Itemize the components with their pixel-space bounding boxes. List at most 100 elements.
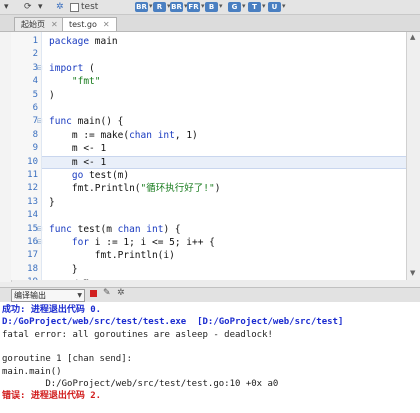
success-line: 成功: 进程退出代码 0. [2, 305, 102, 315]
tab-bar: 起始页 ✕ test.go ✕ [0, 15, 420, 32]
line-number: 7 [32, 116, 38, 127]
string-token: "循环执行好了!" [140, 183, 215, 195]
code-line[interactable]: fmt.Println(i) [49, 249, 175, 262]
scroll-down-icon[interactable]: ▼ [410, 269, 415, 277]
code-line[interactable]: } [49, 263, 78, 276]
refresh-icon[interactable]: ⟳ [24, 2, 32, 12]
chevron-down-icon: ▼ [77, 292, 82, 299]
code-token: } [49, 196, 55, 208]
output-selector-label: 编译输出 [14, 291, 46, 300]
code-token: main [89, 36, 118, 47]
clear-icon[interactable]: ✎ [103, 288, 111, 298]
code-line[interactable]: ) [49, 89, 55, 102]
code-line[interactable]: import ( [49, 62, 95, 75]
toolbar: ▾ ⟳ ▾ ✲ test BR ▾ R ▾ BR ▾ FR ▾ B ▾ G ▾ T ▾ U ▾ [0, 0, 420, 15]
dropdown-icon-2[interactable]: ▾ [38, 2, 43, 12]
checkbox-label: test [81, 2, 99, 12]
code-token: ) [49, 89, 55, 101]
line-number-gutter: 123⊟4567⊟89101112131415⊟16⊟1718192021 [11, 32, 43, 280]
code-line[interactable]: m <- 1 [49, 142, 106, 155]
stop-icon[interactable] [90, 290, 97, 297]
line-number: 14 [27, 210, 38, 221]
keyword-token: chan [129, 129, 152, 141]
code-line[interactable]: func test(m chan int) { [49, 223, 181, 236]
code-line[interactable]: m <- 1 [49, 156, 106, 169]
tool-button[interactable]: B [205, 2, 218, 12]
chevron-down-icon[interactable]: ▾ [149, 2, 153, 10]
code-line[interactable]: go test(m) [49, 169, 129, 182]
keyword-token: package [49, 36, 90, 47]
code-line[interactable]: package main [49, 35, 118, 48]
tab-label: 起始页 [21, 20, 45, 29]
code-line[interactable]: for i := 1; i <= 5; i++ { [49, 236, 215, 249]
chevron-down-icon[interactable]: ▾ [201, 2, 205, 10]
close-icon[interactable]: ✕ [103, 20, 110, 29]
line-number: 8 [32, 129, 38, 140]
code-token: i := 1; i <= 5; i++ { [89, 237, 215, 248]
close-icon[interactable]: ✕ [51, 20, 58, 29]
vertical-scrollbar[interactable]: ▲ ▼ [406, 32, 420, 280]
error-line: 错误: 进程退出代码 2. [2, 391, 102, 402]
dropdown-icon[interactable]: ▾ [4, 2, 9, 12]
tool-button[interactable]: FR [187, 2, 200, 12]
code-token: , 1) [174, 129, 198, 141]
tab-start-page[interactable]: 起始页 ✕ [14, 17, 65, 31]
chevron-down-icon[interactable]: ▾ [282, 2, 286, 10]
line-number: 15 [27, 223, 38, 234]
code-token: } [49, 263, 78, 275]
line-number: 19 [14, 276, 38, 280]
chevron-down-icon[interactable]: ▾ [219, 2, 223, 10]
keyword-token: int [146, 223, 164, 235]
keyword-token: int [157, 129, 175, 141]
tool-button[interactable]: T [248, 2, 261, 12]
output-line: fatal error: all goroutines are asleep -… [2, 329, 273, 340]
code-token: <-m [49, 277, 89, 280]
line-number: 17 [27, 250, 38, 261]
code-token: ( [83, 62, 95, 74]
chevron-down-icon[interactable]: ▾ [242, 2, 246, 10]
code-token: test(m [71, 223, 118, 235]
code-token: test(m) [83, 170, 130, 181]
code-line[interactable]: "fmt" [49, 75, 101, 88]
chevron-down-icon[interactable]: ▾ [262, 2, 266, 10]
line-number: 9 [32, 143, 38, 154]
line-number: 10 [27, 156, 38, 167]
line-number: 1 [32, 36, 38, 46]
keyword-token: func [49, 223, 72, 235]
tool-button[interactable]: BR [170, 2, 183, 12]
tool-button[interactable]: R [153, 2, 166, 12]
gear-icon[interactable]: ✲ [56, 2, 64, 12]
tool-button[interactable]: G [228, 2, 241, 12]
code-token: main() { [71, 116, 124, 128]
code-token: m <- 1 [49, 143, 107, 155]
line-number: 13 [27, 196, 38, 207]
code-token: ) { [163, 223, 181, 235]
keyword-token: func [49, 116, 72, 128]
line-number: 6 [32, 103, 38, 113]
output-selector[interactable]: 编译输出 ▼ [11, 289, 85, 302]
tab-test-go[interactable]: test.go ✕ [62, 17, 117, 31]
code-line[interactable]: fmt.Println("循环执行好了!") [49, 182, 221, 195]
scroll-up-icon[interactable]: ▲ [410, 33, 415, 41]
keyword-token: import [49, 62, 84, 74]
tool-button[interactable]: BR [135, 2, 148, 12]
tool-button[interactable]: U [268, 2, 281, 12]
code-line[interactable]: } [49, 196, 55, 209]
keyword-token: go [71, 170, 84, 181]
output-pane: 成功: 进程退出代码 0. D:/GoProject/web/src/test/t… [0, 302, 420, 413]
code-editor[interactable]: 123⊟4567⊟89101112131415⊟16⊟1718192021 pa… [11, 32, 406, 280]
tab-label: test.go [69, 20, 97, 29]
output-line: goroutine 1 [chan send]: [2, 354, 133, 365]
line-number: 18 [27, 263, 38, 274]
keyword-token: chan [117, 223, 141, 235]
code-line[interactable]: <-m [49, 276, 89, 280]
code-line[interactable]: func main() { [49, 115, 123, 128]
settings-icon[interactable]: ✲ [117, 288, 125, 298]
string-token: "fmt" [71, 76, 101, 88]
test-checkbox[interactable] [70, 3, 79, 12]
code-line[interactable]: m := make(chan int, 1) [49, 129, 198, 142]
line-number: 4 [32, 76, 38, 87]
